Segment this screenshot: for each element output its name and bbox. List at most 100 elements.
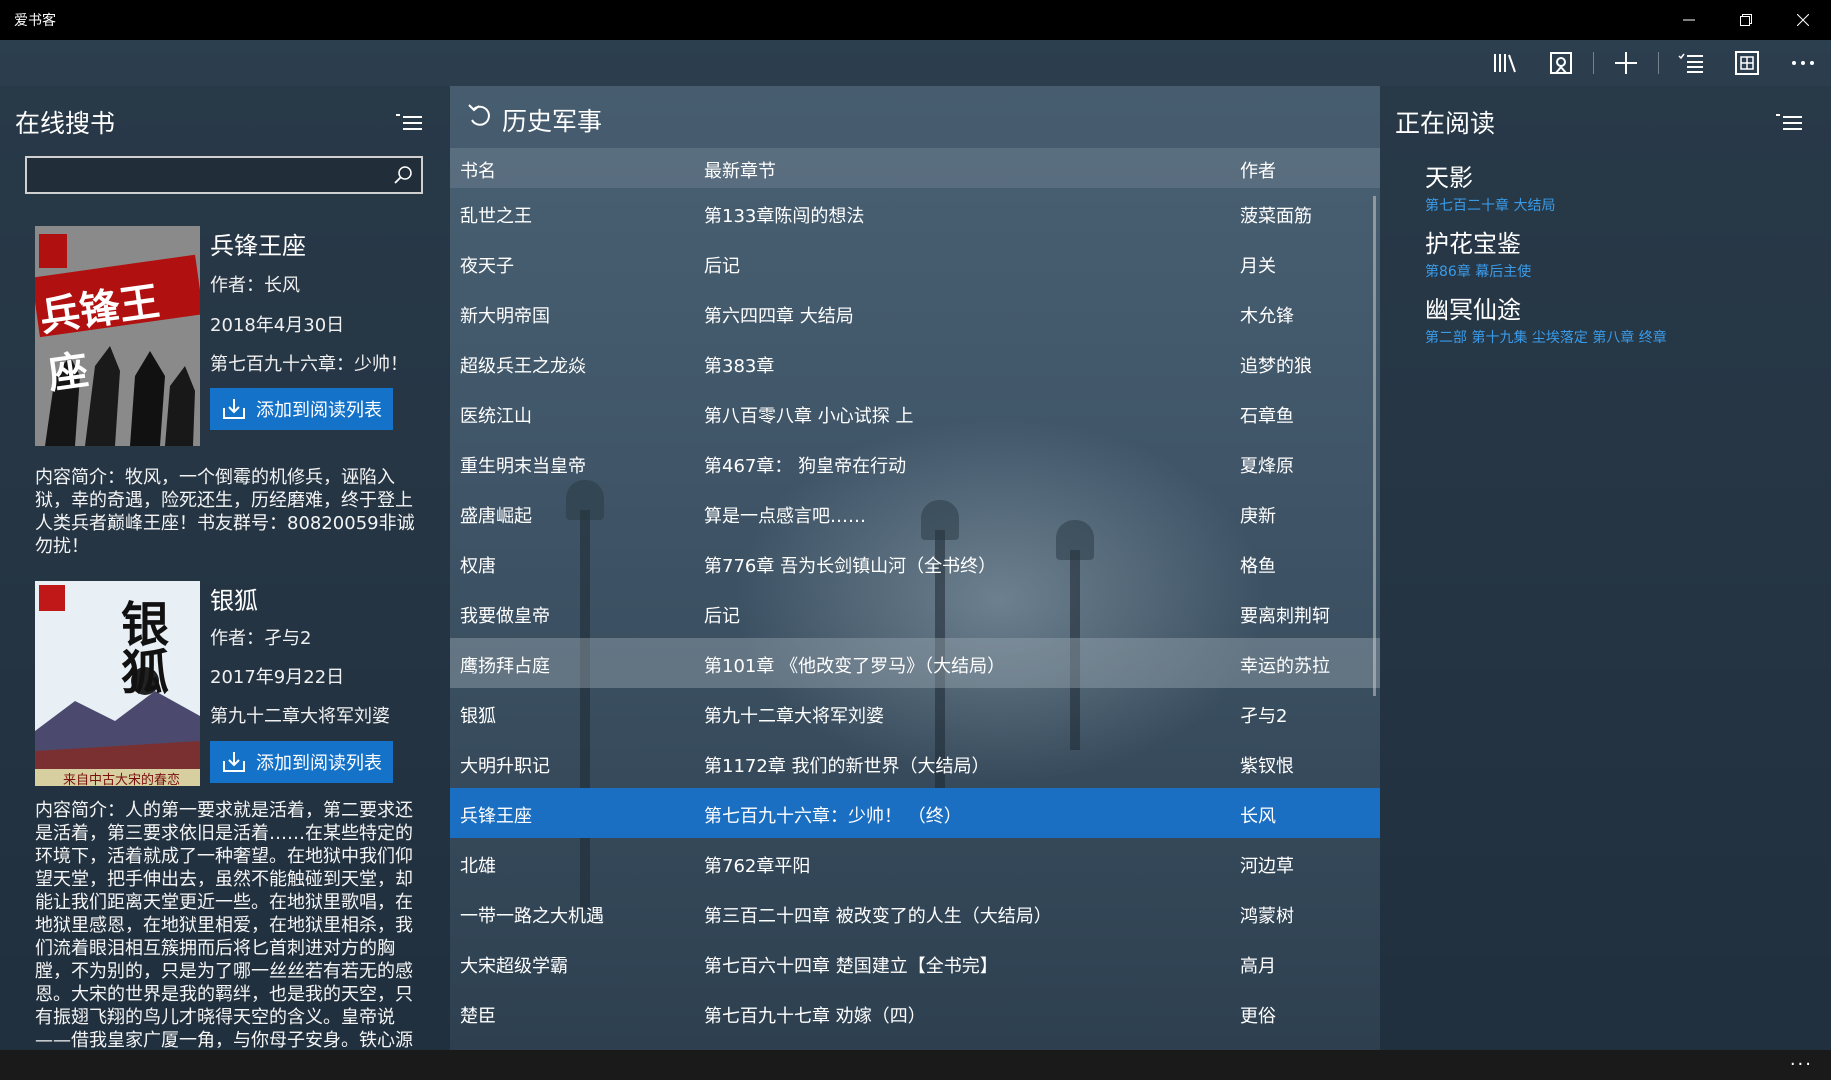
row-author: 石章鱼 xyxy=(1240,406,1294,427)
more-button[interactable] xyxy=(1775,40,1831,86)
table-row[interactable]: 楚臣 第七百九十七章 劝嫁（四） 更俗 xyxy=(450,988,1380,1038)
restore-icon xyxy=(1739,14,1752,26)
add-to-reading-list-button[interactable]: 添加到阅读列表 xyxy=(210,388,393,430)
row-title: 乱世之王 xyxy=(460,206,532,227)
row-title: 大明升职记 xyxy=(460,756,550,777)
book-cover[interactable]: 银狐 来自中古大宋的春恋 xyxy=(35,581,200,786)
cover-title: 银狐 xyxy=(112,599,168,695)
row-author: 鸿蒙树 xyxy=(1240,906,1294,927)
grid-button[interactable] xyxy=(1719,40,1775,86)
row-title: 银狐 xyxy=(460,706,496,727)
column-header-title[interactable]: 书名 xyxy=(460,157,496,183)
book-latest-chapter: 第七百九十六章：少帅！ xyxy=(210,354,408,375)
bookmark-button[interactable] xyxy=(1533,40,1589,86)
row-title: 超级兵王之龙焱 xyxy=(460,356,586,377)
book-description: 内容简介：牧风，一个倒霉的机修兵，诬陷入狱，幸的奇遇，险死还生，历经磨难，终于登… xyxy=(35,467,415,557)
online-search-panel: 在线搜书 兵锋王座 兵锋王座 作者：长风 2018年4月30日 第七百九十六章：… xyxy=(0,86,450,1050)
row-latest-chapter: 第七百九十七章 劝嫁（四） xyxy=(704,1006,926,1027)
window-controls xyxy=(1660,0,1831,40)
table-row[interactable]: 北雄 第762章平阳 河边草 xyxy=(450,838,1380,888)
add-to-reading-list-button[interactable]: 添加到阅读列表 xyxy=(210,741,393,783)
separator xyxy=(1658,52,1659,74)
row-latest-chapter: 后记 xyxy=(704,256,740,277)
add-button[interactable] xyxy=(1598,40,1654,86)
row-latest-chapter: 第六四四章 大结局 xyxy=(704,306,854,327)
sort-list-icon xyxy=(1776,114,1802,130)
table-row[interactable]: 医统江山 第八百零八章 小心试探 上 石章鱼 xyxy=(450,388,1380,438)
search-input[interactable] xyxy=(25,156,423,194)
table-row[interactable]: 大宋超级学霸 第七百六十四章 楚国建立【全书完】 高月 xyxy=(450,938,1380,988)
minimize-icon xyxy=(1682,19,1695,21)
add-button-label: 添加到阅读列表 xyxy=(256,400,382,421)
vertical-scrollbar[interactable] xyxy=(1373,196,1376,696)
category-title: 历史军事 xyxy=(502,107,603,136)
table-header: 书名 最新章节 作者 xyxy=(450,148,1380,188)
cover-title: 兵锋王座 xyxy=(36,277,163,399)
row-author: 月关 xyxy=(1240,256,1276,277)
search-icon[interactable] xyxy=(393,165,413,185)
book-date: 2017年9月22日 xyxy=(210,667,345,688)
table-row[interactable]: 超级兵王之龙焱 第383章 追梦的狼 xyxy=(450,338,1380,388)
row-author: 追梦的狼 xyxy=(1240,356,1312,377)
table-row[interactable]: 银狐 第九十二章大将军刘婆 孑与2 xyxy=(450,688,1380,738)
table-row[interactable]: 权唐 第776章 吾为长剑镇山河（全书终） 格鱼 xyxy=(450,538,1380,588)
row-latest-chapter: 第七百六十四章 楚国建立【全书完】 xyxy=(704,956,998,977)
table-row[interactable]: 重生明末当皇帝 第467章： 狗皇帝在行动 夏烽原 xyxy=(450,438,1380,488)
row-latest-chapter: 第1172章 我们的新世界（大结局） xyxy=(704,756,990,777)
table-row[interactable]: 乱世之王 第133章陈闯的想法 菠菜面筋 xyxy=(450,188,1380,238)
back-icon[interactable] xyxy=(466,102,494,130)
book-description: 内容简介：人的第一要求就是活着，第二要求还是活着，第三要求依旧是活着……在某些特… xyxy=(35,800,413,1050)
bottom-more-button[interactable]: ··· xyxy=(1790,1054,1813,1075)
cover-subtitle: 来自中古大宋的春恋 xyxy=(63,773,181,786)
column-header-latest[interactable]: 最新章节 xyxy=(704,157,776,183)
row-latest-chapter: 后记 xyxy=(704,606,740,627)
row-latest-chapter: 第133章陈闯的想法 xyxy=(704,206,865,227)
reading-item[interactable]: 天影 第七百二十章 大结局 xyxy=(1425,158,1555,215)
row-title: 夜天子 xyxy=(460,256,514,277)
sort-menu-button[interactable] xyxy=(1775,113,1803,133)
row-latest-chapter: 第467章： 狗皇帝在行动 xyxy=(704,456,907,477)
close-button[interactable] xyxy=(1774,0,1831,40)
reading-item[interactable]: 幽冥仙途 第二部 第十九集 尘埃落定 第八章 终章 xyxy=(1425,290,1667,347)
reading-item[interactable]: 护花宝鉴 第86章 幕后主使 xyxy=(1425,224,1531,281)
book-title[interactable]: 兵锋王座 xyxy=(210,226,306,261)
restore-button[interactable] xyxy=(1717,0,1774,40)
book-date: 2018年4月30日 xyxy=(210,315,345,336)
reading-chapter: 第七百二十章 大结局 xyxy=(1425,198,1556,214)
book-card: 银狐 来自中古大宋的春恋 银狐 作者：孑与2 2017年9月22日 第九十二章大… xyxy=(35,581,425,1050)
row-author: 高月 xyxy=(1240,956,1276,977)
list-icon xyxy=(1678,53,1703,73)
book-cover[interactable]: 兵锋王座 xyxy=(35,226,200,446)
row-title: 盛唐崛起 xyxy=(460,506,532,527)
category-header: 历史军事 xyxy=(450,86,1380,148)
table-row[interactable]: 我要做皇帝 后记 要离刺荆轲 xyxy=(450,588,1380,638)
sort-list-icon xyxy=(396,114,422,130)
table-row[interactable]: 大明升职记 第1172章 我们的新世界（大结局） 紫钗恨 xyxy=(450,738,1380,788)
row-title: 重生明末当皇帝 xyxy=(460,456,586,477)
row-title: 新大明帝国 xyxy=(460,306,550,327)
minimize-button[interactable] xyxy=(1660,0,1717,40)
sort-menu-button[interactable] xyxy=(395,113,423,133)
table-row[interactable]: 一带一路之大机遇 第三百二十四章 被改变了的人生（大结局） 鸿蒙树 xyxy=(450,888,1380,938)
row-title: 权唐 xyxy=(460,556,496,577)
table-row[interactable]: 新大明帝国 第六四四章 大结局 木允锋 xyxy=(450,288,1380,338)
row-author: 紫钗恨 xyxy=(1240,756,1294,777)
row-latest-chapter: 第776章 吾为长剑镇山河（全书终） xyxy=(704,556,997,577)
table-row[interactable]: 盛唐崛起 算是一点感言吧…… 庚新 xyxy=(450,488,1380,538)
table-row[interactable]: 兵锋王座 第七百九十六章：少帅！ （终） 长风 xyxy=(450,788,1380,838)
row-author: 长风 xyxy=(1240,806,1276,827)
row-latest-chapter: 算是一点感言吧…… xyxy=(704,506,866,527)
reading-chapter: 第86章 幕后主使 xyxy=(1425,264,1532,280)
list-button[interactable] xyxy=(1663,40,1719,86)
download-icon xyxy=(223,752,245,772)
row-author: 孑与2 xyxy=(1240,706,1288,727)
column-header-author[interactable]: 作者 xyxy=(1240,157,1276,183)
row-latest-chapter: 第八百零八章 小心试探 上 xyxy=(704,406,914,427)
book-card: 兵锋王座 兵锋王座 作者：长风 2018年4月30日 第七百九十六章：少帅！ 添… xyxy=(35,226,425,566)
library-button[interactable] xyxy=(1477,40,1533,86)
row-latest-chapter: 第101章 《他改变了罗马》（大结局） xyxy=(704,656,1006,677)
book-title[interactable]: 银狐 xyxy=(210,581,258,616)
table-row[interactable]: 夜天子 后记 月关 xyxy=(450,238,1380,288)
table-row[interactable]: 鹰扬拜占庭 第101章 《他改变了罗马》（大结局） 幸运的苏拉 xyxy=(450,638,1380,688)
row-latest-chapter: 第九十二章大将军刘婆 xyxy=(704,706,884,727)
